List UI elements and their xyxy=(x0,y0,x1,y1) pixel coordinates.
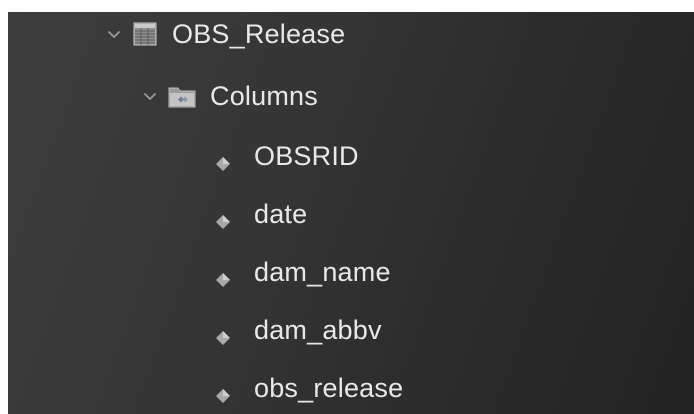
tree-node-column[interactable]: dam_name xyxy=(214,250,391,294)
column-name-label: obs_release xyxy=(254,372,404,403)
column-diamond-icon xyxy=(214,387,232,405)
column-name-label: dam_abbv xyxy=(254,314,382,345)
tree-node-column[interactable]: obs_release xyxy=(214,366,403,410)
column-name-label: date xyxy=(254,198,308,229)
tree-node-columns-folder[interactable]: Columns xyxy=(142,74,318,118)
tree-node-column[interactable]: OBSRID xyxy=(214,134,359,178)
columns-folder-label: Columns xyxy=(210,80,318,111)
column-diamond-icon xyxy=(214,155,232,173)
tree-node-column[interactable]: dam_abbv xyxy=(214,308,382,352)
column-diamond-icon xyxy=(214,213,232,231)
column-name-label: OBSRID xyxy=(254,140,359,171)
chevron-down-icon[interactable] xyxy=(106,26,122,42)
chevron-down-icon[interactable] xyxy=(142,88,158,104)
table-icon xyxy=(132,21,158,47)
column-diamond-icon xyxy=(214,271,232,289)
schema-tree-panel: OBS_Release Columns OBSRID date dam_name… xyxy=(8,12,694,414)
tree-node-table[interactable]: OBS_Release xyxy=(106,12,345,56)
column-name-label: dam_name xyxy=(254,256,391,287)
table-name-label: OBS_Release xyxy=(172,18,346,49)
folder-icon xyxy=(168,84,196,108)
column-diamond-icon xyxy=(214,329,232,347)
tree-node-column[interactable]: date xyxy=(214,192,307,236)
